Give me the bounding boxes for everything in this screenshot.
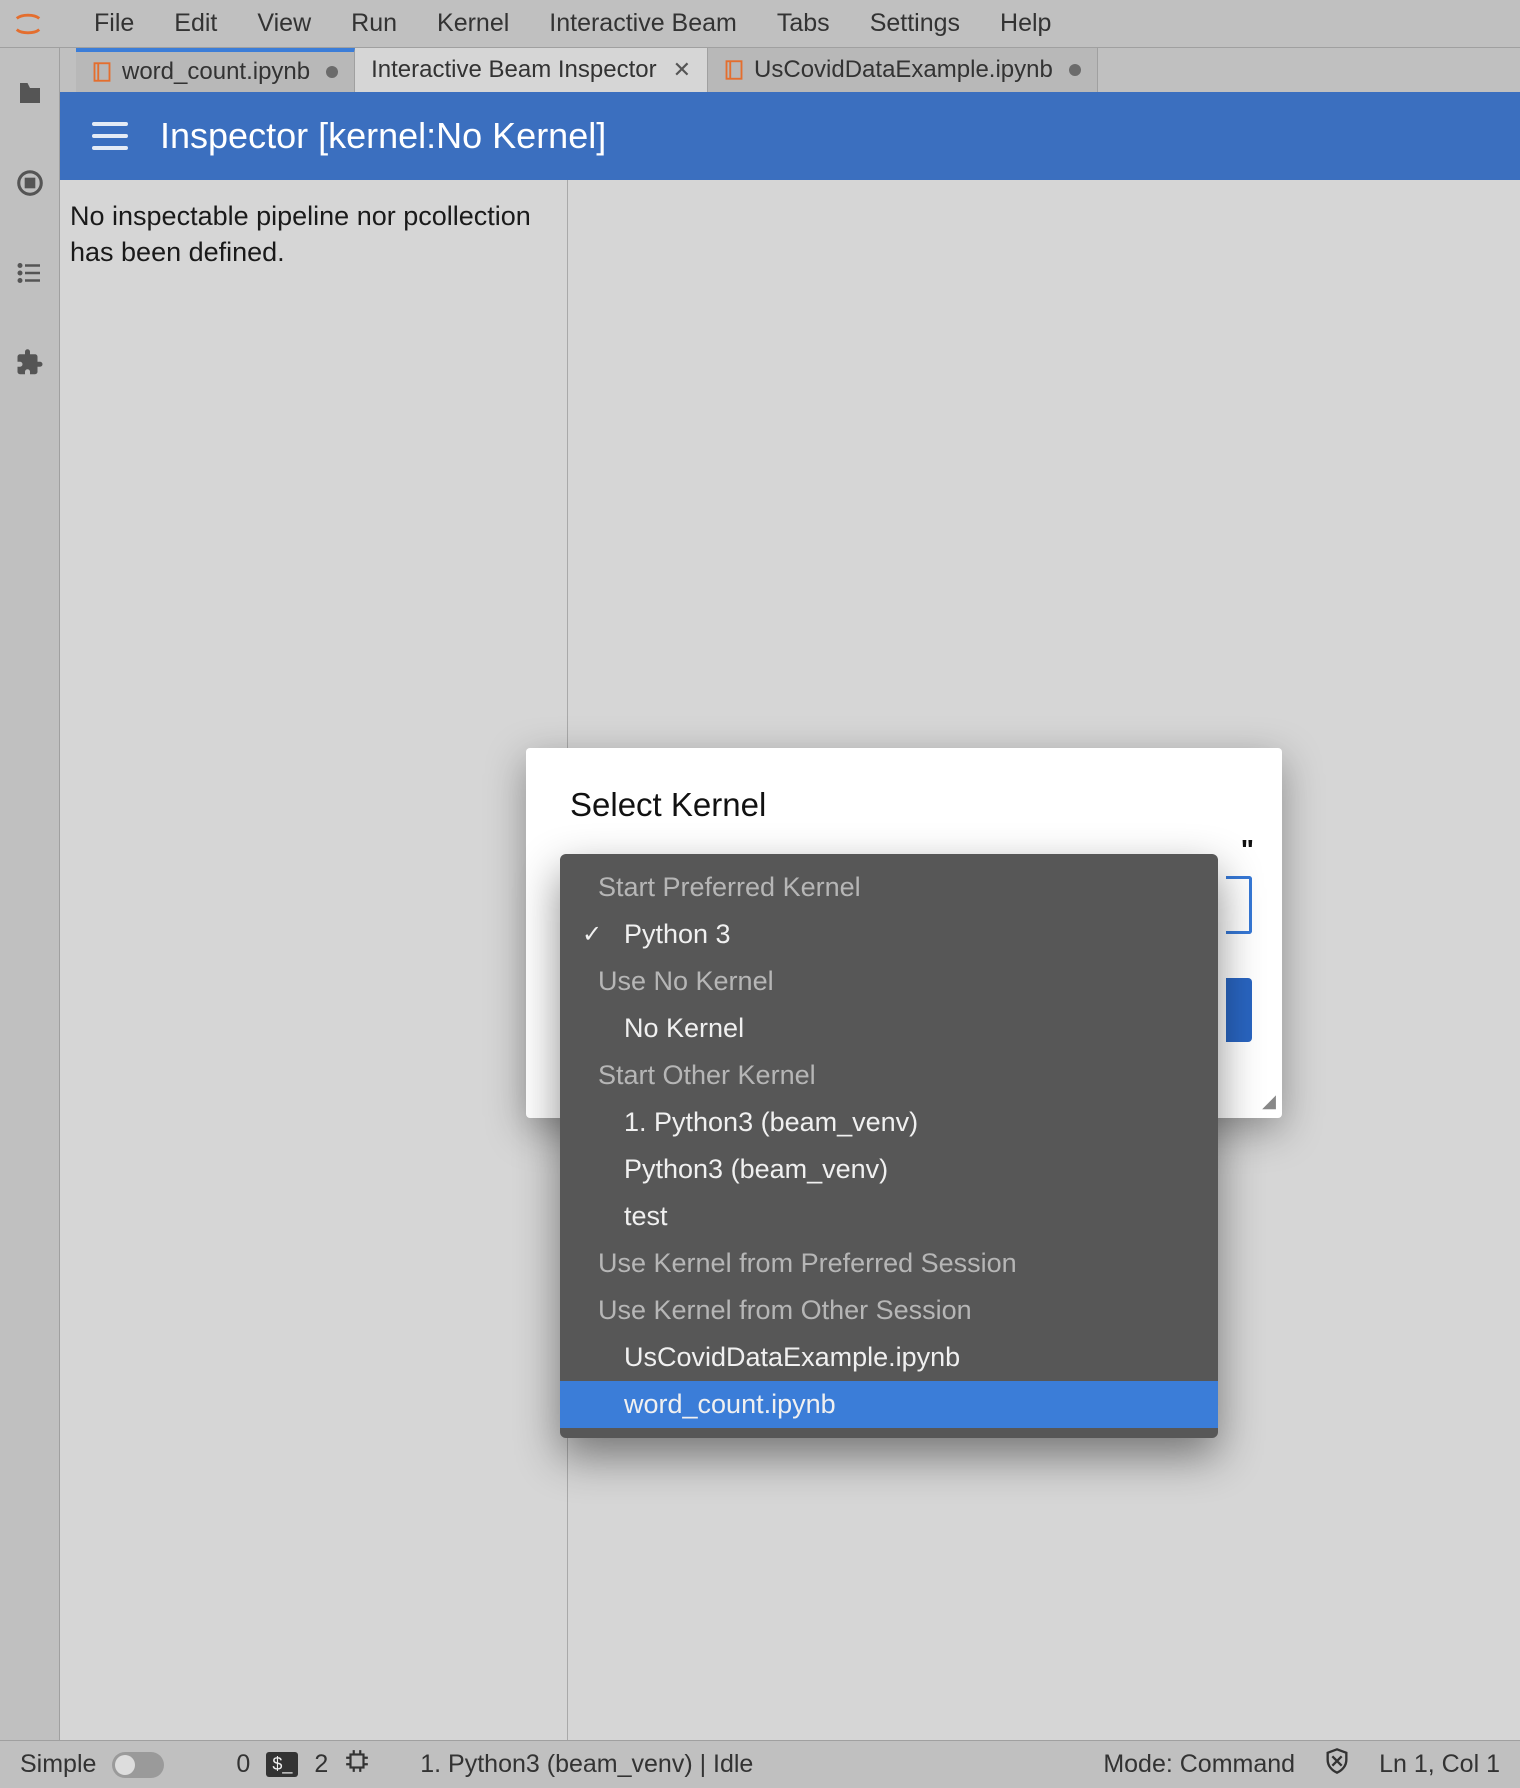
- kernel-status-label[interactable]: 1. Python3 (beam_venv) | Idle: [420, 1750, 753, 1779]
- extensions-icon[interactable]: [13, 346, 47, 380]
- dirty-indicator-icon: [1069, 64, 1081, 76]
- tab-uscovid[interactable]: UsCovidDataExample.ipynb: [708, 48, 1098, 92]
- dd-group-header: Use No Kernel: [560, 958, 1218, 1005]
- toc-icon[interactable]: [13, 256, 47, 290]
- dirty-indicator-icon: [326, 66, 338, 78]
- terminals-count[interactable]: 0: [236, 1750, 250, 1779]
- tab-label: word_count.ipynb: [122, 58, 310, 86]
- menu-help[interactable]: Help: [980, 1, 1071, 46]
- simple-mode-label: Simple: [20, 1750, 96, 1779]
- menu-interactive-beam[interactable]: Interactive Beam: [529, 1, 757, 46]
- menu-tabs[interactable]: Tabs: [757, 1, 850, 46]
- status-bar: Simple 0 $_ 2 1. Python3 (beam_venv) | I…: [0, 1740, 1520, 1788]
- dd-group-header: Use Kernel from Other Session: [560, 1287, 1218, 1334]
- kernel-dropdown: Start Preferred Kernel Python 3 Use No K…: [560, 854, 1218, 1438]
- left-sidebar: [0, 48, 60, 1740]
- menu-toggle-icon[interactable]: [92, 122, 128, 150]
- menu-kernel[interactable]: Kernel: [417, 1, 529, 46]
- tab-bar: word_count.ipynb Interactive Beam Inspec…: [60, 48, 1520, 92]
- trust-icon[interactable]: [1323, 1747, 1351, 1782]
- main-area: word_count.ipynb Interactive Beam Inspec…: [60, 48, 1520, 1740]
- tab-word-count[interactable]: word_count.ipynb: [76, 48, 355, 92]
- kernel-session-word-count[interactable]: word_count.ipynb: [560, 1381, 1218, 1428]
- dd-group-header: Start Preferred Kernel: [560, 864, 1218, 911]
- kernel-option-no-kernel[interactable]: No Kernel: [560, 1005, 1218, 1052]
- inspector-header: Inspector [kernel:No Kernel]: [60, 92, 1520, 180]
- inspector-left-pane: No inspectable pipeline nor pcollection …: [60, 180, 568, 1740]
- menu-edit[interactable]: Edit: [154, 1, 237, 46]
- menu-view[interactable]: View: [237, 1, 331, 46]
- tab-label: UsCovidDataExample.ipynb: [754, 56, 1053, 84]
- sessions-count[interactable]: 2: [314, 1750, 328, 1779]
- dd-group-header: Start Other Kernel: [560, 1052, 1218, 1099]
- dialog-text-fragment: ": [1241, 834, 1254, 866]
- kernel-option-python3[interactable]: Python 3: [560, 911, 1218, 958]
- terminal-icon[interactable]: $_: [266, 1752, 298, 1777]
- kernel-icon[interactable]: [344, 1748, 370, 1781]
- resize-handle-icon[interactable]: ◢: [1262, 1091, 1276, 1112]
- empty-state-message: No inspectable pipeline nor pcollection …: [70, 198, 557, 271]
- running-sessions-icon[interactable]: [13, 166, 47, 200]
- kernel-session-uscovid[interactable]: UsCovidDataExample.ipynb: [560, 1334, 1218, 1381]
- close-icon[interactable]: ✕: [673, 57, 691, 83]
- menu-run[interactable]: Run: [331, 1, 417, 46]
- kernel-select-input[interactable]: [1226, 876, 1252, 934]
- jupyter-logo-icon: [10, 6, 46, 42]
- simple-mode-toggle[interactable]: [112, 1752, 164, 1778]
- editor-mode-label: Mode: Command: [1103, 1750, 1295, 1779]
- tab-label: Interactive Beam Inspector: [371, 56, 656, 84]
- dialog-title: Select Kernel: [570, 786, 1238, 824]
- body-row: word_count.ipynb Interactive Beam Inspec…: [0, 48, 1520, 1740]
- notebook-icon: [724, 60, 744, 80]
- file-browser-icon[interactable]: [13, 76, 47, 110]
- kernel-option-beam-venv-2[interactable]: Python3 (beam_venv): [560, 1146, 1218, 1193]
- tab-inspector[interactable]: Interactive Beam Inspector ✕: [355, 48, 708, 92]
- notebook-icon: [92, 62, 112, 82]
- dd-group-header: Use Kernel from Preferred Session: [560, 1240, 1218, 1287]
- cursor-position-label: Ln 1, Col 1: [1379, 1750, 1500, 1779]
- kernel-option-beam-venv-1[interactable]: 1. Python3 (beam_venv): [560, 1099, 1218, 1146]
- menu-file[interactable]: File: [74, 1, 154, 46]
- inspector-title: Inspector [kernel:No Kernel]: [160, 115, 606, 157]
- menu-settings[interactable]: Settings: [850, 1, 980, 46]
- kernel-option-test[interactable]: test: [560, 1193, 1218, 1240]
- menubar: File Edit View Run Kernel Interactive Be…: [0, 0, 1520, 48]
- dialog-primary-button[interactable]: [1226, 978, 1252, 1042]
